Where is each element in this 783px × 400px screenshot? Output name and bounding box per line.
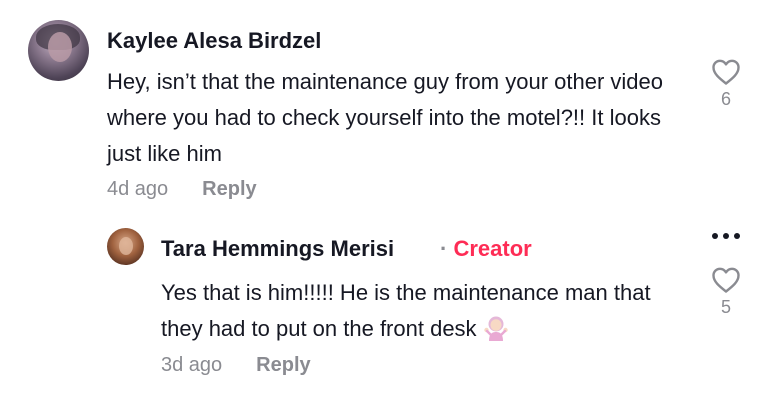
reply-username[interactable]: Tara Hemmings Merisi [161,236,394,262]
avatar-face [119,237,133,255]
more-options-button[interactable] [706,226,746,246]
like-button[interactable]: 6 [706,58,746,110]
comment-time: 4d ago [107,178,169,200]
like-count: 5 [720,297,731,317]
avatar[interactable] [28,20,89,81]
comment-thread: Kaylee Alesa Birdzel Hey, isn’t that the… [0,0,783,400]
reply-text-block: Yes that is him!!!!! He is the maintenan… [161,275,681,347]
heart-icon [712,267,740,293]
avatar-face [48,32,72,62]
more-dot-icon [734,233,740,239]
like-count: 6 [720,89,731,109]
person-shrugging-icon [483,316,508,341]
more-dot-icon [723,233,729,239]
creator-label: · Creator [440,236,532,262]
reply-text: Yes that is him!!!!! He is the maintenan… [161,280,651,341]
reply-button[interactable]: Reply [202,178,256,200]
avatar[interactable] [107,228,144,265]
like-button[interactable]: 5 [706,266,746,318]
separator-dot: · [440,236,448,261]
comment-username[interactable]: Kaylee Alesa Birdzel [107,28,321,54]
reply-button[interactable]: Reply [256,354,310,376]
comment-meta: 4d ago Reply [107,177,257,201]
creator-badge: Creator [453,236,532,261]
reply-meta: 3d ago Reply [161,353,311,377]
more-dot-icon [712,233,718,239]
heart-icon [712,59,740,85]
comment-text: Hey, isn’t that the maintenance guy from… [107,69,663,166]
reply-time: 3d ago [161,354,223,376]
